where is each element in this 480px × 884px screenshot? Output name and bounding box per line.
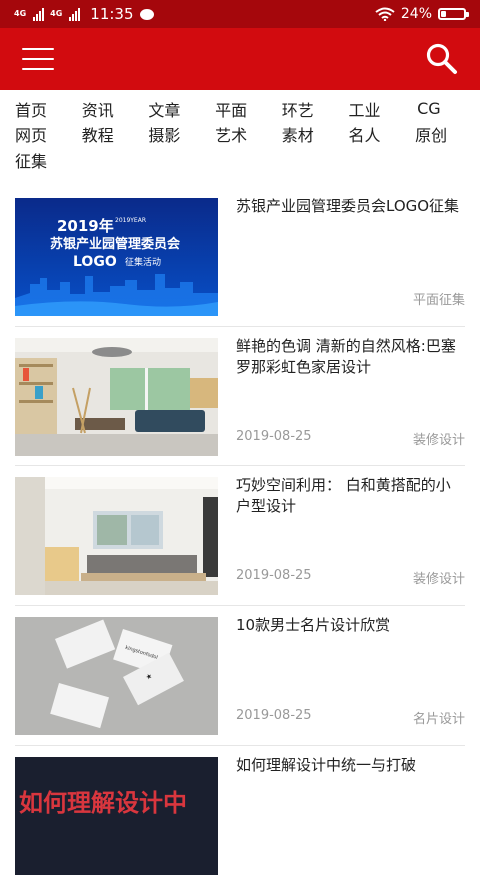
signal-icon-2 bbox=[69, 7, 81, 21]
article-date: 2019-08-25 bbox=[236, 708, 312, 724]
article-date: 2019-08-25 bbox=[236, 568, 312, 584]
category-item[interactable]: CG bbox=[415, 99, 480, 118]
search-icon[interactable] bbox=[424, 41, 460, 77]
category-item[interactable]: 首页 bbox=[15, 97, 82, 121]
battery-percent: 24% bbox=[400, 6, 432, 22]
poster-subtitle: 征集活动 bbox=[125, 256, 161, 268]
category-item[interactable]: 素材 bbox=[282, 122, 349, 146]
category-item[interactable]: 教程 bbox=[82, 122, 149, 146]
category-item[interactable]: 艺术 bbox=[215, 122, 282, 146]
article-item[interactable]: 如何理解设计中 如何理解设计中统一与打破 bbox=[15, 746, 465, 884]
status-left: 4G 4G 11:35 bbox=[14, 5, 154, 23]
article-tag: 平面征集 bbox=[412, 293, 465, 308]
article-list: 2019年 2019YEAR 苏银产业园管理委员会 LOGO 征集活动 苏银产业… bbox=[15, 187, 465, 884]
clock: 11:35 bbox=[90, 5, 134, 23]
article-thumbnail: kingstonfodol. ★ bbox=[15, 617, 218, 736]
article-thumbnail: 如何理解设计中 bbox=[15, 756, 218, 875]
category-item[interactable]: 摄影 bbox=[148, 122, 215, 146]
article-tag: 装修设计 bbox=[412, 432, 465, 448]
category-item[interactable]: 名人 bbox=[348, 122, 415, 146]
article-tag: 装修设计 bbox=[412, 572, 465, 588]
article-date: 2019-08-25 bbox=[236, 428, 312, 444]
app-header bbox=[0, 28, 480, 90]
status-right: 24% bbox=[375, 6, 469, 22]
poster-year: 2019年 bbox=[57, 217, 114, 235]
category-row: 网页 教程 摄影 艺术 素材 名人 原创 bbox=[15, 122, 480, 148]
category-item[interactable]: 征集 bbox=[15, 148, 82, 172]
category-item[interactable]: 原创 bbox=[415, 122, 480, 146]
wifi-icon bbox=[375, 7, 395, 21]
article-title[interactable]: 如何理解设计中统一与打破 bbox=[236, 755, 465, 776]
article-item[interactable]: 鲜艳的色调 清新的自然风格:巴塞罗那彩虹色家居设计 2019-08-25 装修设… bbox=[15, 327, 465, 467]
category-item[interactable]: 工业 bbox=[348, 97, 415, 121]
status-bar: 4G 4G 11:35 24% bbox=[0, 0, 480, 28]
article-item[interactable]: kingstonfodol. ★ 10款男士名片设计欣赏 2019-08-25 … bbox=[15, 606, 465, 746]
network-type-2: 4G bbox=[50, 9, 63, 18]
poster-title: 苏银产业园管理委员会 bbox=[50, 236, 181, 252]
logo-contest-poster: 2019年 2019YEAR 苏银产业园管理委员会 LOGO 征集活动 bbox=[15, 198, 218, 316]
living-room-photo bbox=[15, 337, 218, 456]
article-item[interactable]: 巧妙空间利用： 白和黄搭配的小户型设计 2019-08-25 装修设计 bbox=[15, 466, 465, 607]
article-tag: 名片设计 bbox=[412, 712, 465, 728]
article-thumbnail bbox=[15, 477, 218, 596]
article-title[interactable]: 鲜艳的色调 清新的自然风格:巴塞罗那彩虹色家居设计 bbox=[236, 336, 465, 378]
message-icon bbox=[139, 8, 154, 20]
article-thumbnail: 2019年 2019YEAR 苏银产业园管理委员会 LOGO 征集活动 bbox=[15, 198, 218, 316]
category-row: 征集 bbox=[15, 147, 480, 173]
battery-icon bbox=[438, 8, 469, 20]
category-item[interactable]: 平面 bbox=[215, 97, 282, 121]
business-cards-photo: kingstonfodol. ★ bbox=[15, 617, 218, 736]
article-title[interactable]: 苏银产业园管理委员会LOGO征集 bbox=[236, 196, 465, 217]
bedroom-photo bbox=[15, 477, 218, 596]
poster-year-small: 2019YEAR bbox=[115, 217, 146, 224]
hamburger-menu-icon[interactable] bbox=[22, 48, 54, 70]
category-nav: 首页 资讯 文章 平面 环艺 工业 CG 网页 教程 摄影 艺术 素材 名人 原… bbox=[0, 90, 480, 173]
article-title[interactable]: 10款男士名片设计欣赏 bbox=[236, 615, 465, 636]
signal-icon-1 bbox=[33, 7, 45, 21]
category-row: 首页 资讯 文章 平面 环艺 工业 CG bbox=[15, 96, 480, 122]
design-unity-poster: 如何理解设计中 bbox=[15, 756, 218, 875]
poster-text: 如何理解设计中 bbox=[19, 789, 187, 817]
article-title[interactable]: 巧妙空间利用： 白和黄搭配的小户型设计 bbox=[236, 475, 465, 517]
category-item[interactable]: 环艺 bbox=[282, 97, 349, 121]
category-item[interactable]: 网页 bbox=[15, 122, 82, 146]
article-item[interactable]: 2019年 2019YEAR 苏银产业园管理委员会 LOGO 征集活动 苏银产业… bbox=[15, 187, 465, 327]
network-type-1: 4G bbox=[14, 9, 27, 18]
battery-level bbox=[441, 11, 446, 17]
poster-logo: LOGO bbox=[73, 254, 117, 270]
category-item[interactable]: 文章 bbox=[148, 97, 215, 121]
category-item[interactable]: 资讯 bbox=[82, 97, 149, 121]
article-thumbnail bbox=[15, 337, 218, 456]
